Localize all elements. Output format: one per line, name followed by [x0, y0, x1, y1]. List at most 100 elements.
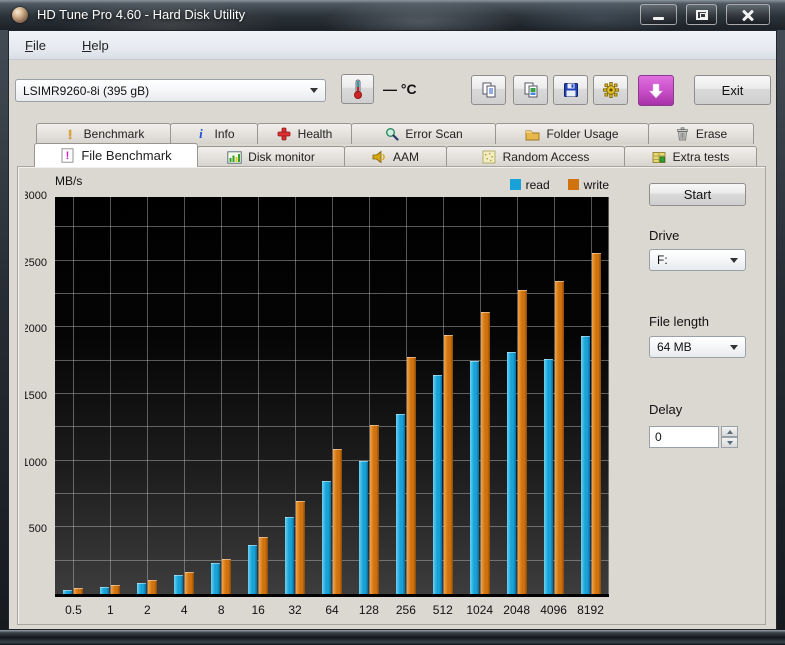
exit-button[interactable]: Exit	[694, 75, 771, 105]
health-icon	[277, 127, 292, 142]
delay-spin-up-button[interactable]	[721, 426, 738, 437]
chart-legend: read write	[355, 177, 609, 192]
drive-label: Drive	[649, 228, 680, 243]
bar-write-1024	[480, 312, 490, 594]
x-tick-label: 2	[143, 603, 151, 617]
x-tick-label: 1024	[466, 603, 494, 617]
tab-health[interactable]: Health	[257, 123, 352, 144]
minimize-button[interactable]	[640, 4, 677, 25]
bar-write-32	[296, 501, 306, 594]
download-icon	[648, 83, 664, 98]
legend-swatch-read	[509, 179, 521, 190]
tab-info[interactable]: i Info	[170, 123, 258, 144]
tab-row-1: ! Benchmark i Info Health Error Scan Fol…	[36, 123, 754, 144]
tools-button[interactable]	[593, 75, 628, 105]
bar-read-8192	[580, 336, 590, 594]
copy-image-button[interactable]	[513, 75, 548, 105]
tools-icon	[602, 82, 619, 98]
error-scan-icon	[384, 127, 399, 142]
y-axis-unit: MB/s	[55, 174, 83, 188]
plot-right-border	[608, 197, 609, 594]
minimize-icon	[653, 16, 664, 20]
temperature-button[interactable]	[341, 74, 374, 104]
file-length-label: File length	[649, 314, 709, 329]
drive-selector[interactable]: F:	[649, 249, 746, 271]
client-area: File Help LSIMR9260-8i (395 gB) — °C Exi…	[8, 30, 777, 630]
y-tick-label: 3000	[25, 190, 47, 202]
up-arrow-icon	[726, 429, 733, 434]
legend-item-read: read	[509, 177, 550, 192]
tab-folder-usage[interactable]: Folder Usage	[495, 123, 649, 144]
delay-spin-down-button[interactable]	[721, 437, 738, 448]
app-window: HD Tune Pro 4.60 - Hard Disk Utility Fil…	[0, 0, 785, 645]
bar-write-2048	[517, 290, 527, 594]
bar-read-4096	[543, 359, 553, 594]
v-gridline	[73, 197, 75, 594]
temperature-value: — °C	[383, 81, 417, 97]
trash-icon	[675, 127, 690, 142]
delay-input[interactable]	[649, 426, 719, 448]
v-gridline	[147, 197, 149, 594]
bar-read-2	[137, 582, 147, 594]
menu-file[interactable]: File	[19, 35, 52, 56]
x-tick-label: 64	[325, 603, 339, 617]
bar-write-4	[185, 572, 195, 594]
tab-extra-tests[interactable]: Extra tests	[624, 146, 757, 167]
bar-read-16	[248, 545, 258, 594]
thermometer-icon	[353, 79, 362, 99]
tab-erase[interactable]: Erase	[648, 123, 754, 144]
title-bar: HD Tune Pro 4.60 - Hard Disk Utility	[0, 0, 785, 30]
device-selector[interactable]: LSIMR9260-8i (395 gB)	[15, 79, 326, 102]
menu-help[interactable]: Help	[76, 35, 115, 56]
bar-read-8	[211, 563, 221, 594]
app-icon	[12, 7, 28, 23]
close-button[interactable]	[726, 4, 770, 25]
folder-icon	[525, 127, 540, 142]
y-tick-label: 1000	[25, 456, 47, 469]
v-gridline	[184, 197, 186, 594]
drive-selector-value: F:	[657, 253, 668, 267]
legend-item-write: write	[567, 178, 609, 192]
bar-read-256	[395, 414, 405, 594]
x-tick-label: 128	[358, 603, 379, 617]
x-tick-label: 0.5	[65, 603, 82, 617]
legend-label-read: read	[525, 177, 550, 192]
x-tick-label: 2048	[503, 603, 530, 617]
maximize-icon	[695, 9, 708, 20]
v-gridline	[110, 197, 112, 594]
menu-bar: File Help	[9, 31, 776, 60]
x-tick-label: 8	[217, 603, 225, 617]
x-tick-label: 4	[180, 603, 188, 617]
benchmark-icon: !	[67, 126, 73, 142]
save-button[interactable]	[553, 75, 588, 105]
delay-spinner	[721, 426, 738, 448]
device-selector-value: LSIMR9260-8i (395 gB)	[23, 83, 150, 98]
download-button[interactable]	[638, 75, 674, 106]
x-tick-label: 4096	[540, 603, 567, 617]
y-tick-label: 2000	[25, 323, 47, 336]
bar-read-2048	[506, 352, 516, 594]
file-length-selector[interactable]: 64 MB	[649, 336, 746, 358]
window-title: HD Tune Pro 4.60 - Hard Disk Utility	[37, 7, 246, 22]
window-bottom-border	[0, 630, 785, 645]
bar-write-64	[333, 448, 342, 594]
svg-text:!: !	[66, 150, 70, 162]
tab-random-access[interactable]: Random Access	[446, 146, 625, 167]
maximize-button[interactable]	[686, 4, 717, 25]
tab-benchmark[interactable]: ! Benchmark	[36, 123, 171, 144]
bar-write-512	[443, 334, 453, 594]
tab-disk-monitor[interactable]: Disk monitor	[197, 146, 345, 167]
tab-aam[interactable]: AAM	[344, 146, 447, 167]
tab-file-benchmark[interactable]: ! File Benchmark	[34, 143, 198, 167]
bar-write-256	[406, 357, 416, 594]
bar-write-128	[369, 424, 379, 594]
copy-text-button[interactable]	[471, 75, 506, 105]
bar-read-4	[174, 574, 184, 594]
start-button[interactable]: Start	[649, 183, 746, 206]
x-tick-label: 512	[432, 603, 453, 617]
bar-write-8	[222, 559, 232, 594]
dropdown-arrow-icon	[310, 88, 318, 93]
tab-error-scan[interactable]: Error Scan	[351, 123, 496, 144]
x-tick-label: 32	[288, 603, 302, 617]
tab-row-2: ! File Benchmark Disk monitor AAM Random…	[34, 143, 757, 167]
